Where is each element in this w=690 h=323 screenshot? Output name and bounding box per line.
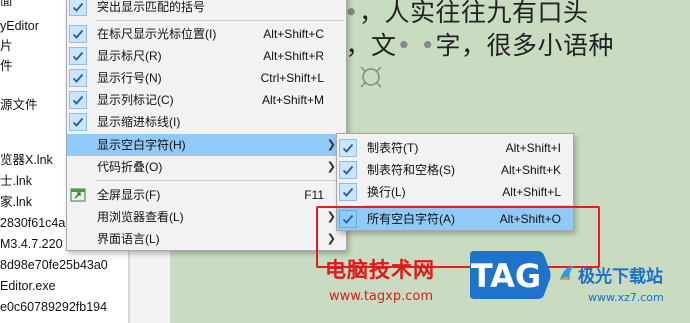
- view-context-menu: 突出显示匹配的括号 在标尺显示光标位置(I) Alt+Shift+C 显示标尺(…: [66, 0, 347, 251]
- check-icon: [339, 161, 357, 179]
- file-list-item[interactable]: 片: [0, 37, 13, 56]
- file-name: Editor.exe: [0, 279, 56, 293]
- menu-item-show-line-numbers[interactable]: 显示行号(N) Ctrl+Shift+L: [67, 67, 346, 89]
- file-list-item[interactable]: e0c60789292fb194: [0, 298, 107, 317]
- watermark-title: 电脑技术网: [325, 258, 435, 282]
- menu-item-label: 显示标尺(R): [97, 49, 162, 63]
- file-list-item[interactable]: 家.lnk: [0, 193, 32, 212]
- file-list-item[interactable]: 士.lnk: [0, 172, 32, 191]
- file-name: 源文件: [0, 98, 38, 112]
- menu-item-label: 显示列标记(C): [97, 93, 174, 107]
- check-icon: [69, 113, 87, 131]
- menu-item-label: 制表符和空格(S): [367, 163, 455, 177]
- tag-logo-icon: TAG: [470, 251, 551, 299]
- submenu-item-tabs[interactable]: 制表符(T) Alt+Shift+I: [337, 137, 573, 159]
- file-list-item[interactable]: yEditor: [0, 17, 39, 36]
- menu-item-label: 在标尺显示光标位置(I): [97, 27, 217, 41]
- menu-item-ruler-cursor-position[interactable]: 在标尺显示光标位置(I) Alt+Shift+C: [67, 23, 346, 45]
- menu-item-shortcut: Alt+Shift+K: [500, 163, 561, 177]
- menu-item-show-column-marker[interactable]: 显示列标记(C) Alt+Shift+M: [67, 89, 346, 111]
- file-name: 家.lnk: [0, 195, 32, 209]
- file-name: M3.4.7.220: [0, 237, 63, 251]
- watermark-site-name: 极光下载站: [578, 267, 663, 287]
- file-name: 士.lnk: [0, 174, 32, 188]
- watermark-site-url: www.xz7.com: [588, 291, 664, 304]
- menu-item-label: 全屏显示(F): [97, 188, 161, 202]
- menu-item-label: 突出显示匹配的括号: [97, 0, 206, 14]
- menu-item-show-indent-guides[interactable]: 显示缩进标线(I): [67, 111, 346, 133]
- menu-item-shortcut: Alt+Shift+M: [261, 93, 324, 107]
- editor-line: • •，人实往往九有口头: [320, 0, 588, 29]
- file-name: e0c60789292fb194: [0, 300, 108, 314]
- file-name: 片: [0, 39, 13, 53]
- menu-item-code-folding[interactable]: 代码折叠(O) ❯: [67, 156, 346, 178]
- submenu-item-line-breaks[interactable]: 换行(L) Alt+Shift+L: [337, 181, 573, 203]
- menu-item-label: 显示空白字符(H): [97, 138, 186, 152]
- menu-item-shortcut: Alt+Shift+R: [263, 49, 324, 63]
- menu-separator: [95, 180, 344, 181]
- chevron-right-icon: ❯: [326, 139, 336, 151]
- file-list-item[interactable]: Editor.exe: [0, 277, 56, 296]
- watermark-url: www.tagxp.com: [329, 289, 433, 304]
- menu-item-label: 用浏览器查看(L): [97, 210, 184, 224]
- check-icon: [69, 91, 87, 109]
- file-list-item[interactable]: 源文件: [0, 96, 38, 115]
- check-icon: [339, 183, 357, 201]
- submenu-item-tabs-and-spaces[interactable]: 制表符和空格(S) Alt+Shift+K: [337, 159, 573, 181]
- file-list-item[interactable]: 8d98e70fe25b43a0: [0, 256, 108, 275]
- check-icon: [69, 69, 87, 87]
- menu-item-show-ruler[interactable]: 显示标尺(R) Alt+Shift+R: [67, 45, 346, 67]
- menu-item-shortcut: Alt+Shift+L: [502, 185, 561, 199]
- menu-item-shortcut: Alt+Shift+C: [263, 27, 324, 41]
- file-name: 2830f61c4a: [0, 216, 66, 230]
- fullscreen-icon: [70, 188, 86, 202]
- check-icon: [339, 139, 357, 157]
- file-name: 面: [0, 0, 13, 9]
- menu-item-label: 显示行号(N): [97, 71, 162, 85]
- check-icon: [69, 47, 87, 65]
- menu-item-interface-language[interactable]: 界面语言(L) ❯: [67, 228, 346, 250]
- file-name: 8d98e70fe25b43a0: [0, 258, 108, 272]
- menu-item-label: 界面语言(L): [97, 232, 160, 246]
- menu-item-show-whitespace[interactable]: 显示空白字符(H) ❯: [67, 134, 346, 156]
- menu-item-label: 代码折叠(O): [97, 160, 163, 174]
- menu-item-shortcut: Alt+Shift+I: [505, 141, 561, 155]
- file-list-item[interactable]: 面: [0, 0, 13, 9]
- file-list-item[interactable]: M3.4.7.220: [0, 235, 63, 254]
- tag-logo-text: TAG: [471, 257, 541, 295]
- file-name: yEditor: [0, 19, 39, 33]
- menu-item-label: 换行(L): [367, 185, 406, 199]
- editor-text: ，人实往往九有口头: [358, 0, 589, 27]
- file-name: 览器X.lnk: [0, 153, 53, 167]
- menu-item-shortcut: Ctrl+Shift+L: [260, 71, 324, 85]
- file-name: 件: [0, 59, 13, 73]
- check-icon: [69, 0, 87, 16]
- menu-item-label: 制表符(T): [367, 141, 419, 155]
- file-list-item[interactable]: 2830f61c4a: [0, 214, 65, 233]
- menu-item-highlight-brackets[interactable]: 突出显示匹配的括号: [67, 0, 346, 18]
- paragraph-marker-icon: [360, 66, 382, 88]
- menu-item-label: 显示缩进标线(I): [97, 115, 181, 129]
- file-list-item[interactable]: 件: [0, 57, 13, 76]
- menu-item-fullscreen[interactable]: 全屏显示(F) F11: [67, 184, 346, 206]
- file-list-item[interactable]: 览器X.lnk: [0, 151, 53, 170]
- check-icon: [69, 25, 87, 43]
- editor-line: 如，文• •字，很多小语种: [320, 26, 614, 62]
- aurora-logo-icon: [560, 266, 574, 280]
- menu-item-shortcut: F11: [304, 188, 324, 202]
- menu-separator: [95, 20, 344, 21]
- menu-item-view-in-browser[interactable]: 用浏览器查看(L) ❯: [67, 206, 346, 228]
- whitespace-marker: • •: [396, 31, 436, 60]
- chevron-right-icon: ❯: [326, 161, 336, 173]
- editor-text: 字，很多小语种: [435, 31, 614, 60]
